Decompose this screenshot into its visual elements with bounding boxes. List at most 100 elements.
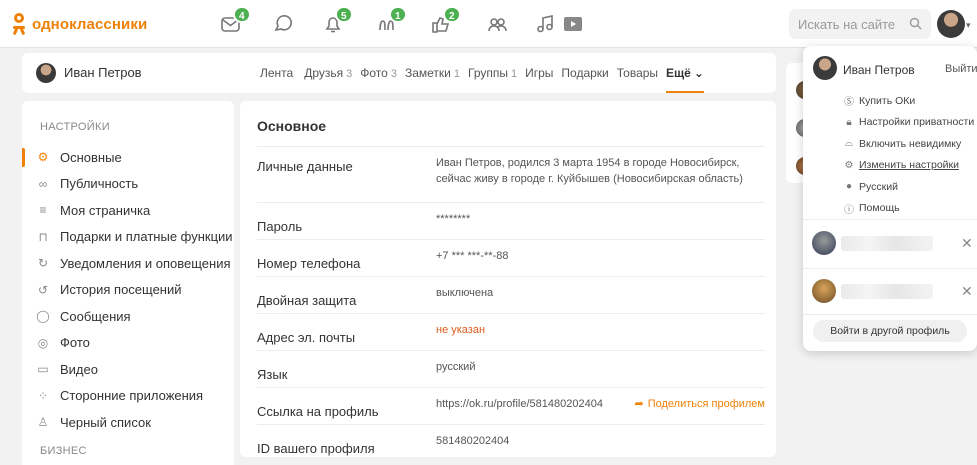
gear-icon: ⚙ (37, 150, 49, 165)
row-label: Адрес эл. почты (257, 330, 356, 345)
sidebar-item-blacklist[interactable]: ♙ Черный список (22, 409, 234, 436)
saved-account[interactable]: ✕ (803, 268, 977, 316)
avatar (812, 231, 836, 255)
settings-row-email[interactable]: Адрес эл. почты не указан (257, 313, 765, 350)
dropdown-user-name[interactable]: Иван Петров (843, 63, 915, 77)
sidebar-item-label: Основные (60, 149, 122, 165)
notifications-icon[interactable]: 5 (322, 6, 353, 35)
sidebar-item-video[interactable]: ▭ Видео (22, 356, 234, 383)
row-value: не указан (436, 324, 486, 336)
sidebar-item-label: Черный список (60, 414, 151, 430)
sidebar-item-label: Подарки и платные функции (60, 229, 233, 245)
friends-icon[interactable] (486, 13, 508, 35)
lock-icon: 🔒︎ (846, 116, 852, 128)
sidebar-item-label: Публичность (60, 176, 139, 192)
row-label: Язык (257, 367, 288, 382)
tab-notes[interactable]: Заметки 1 (405, 66, 460, 80)
tab-label: Ещё (666, 66, 691, 80)
messages-icon[interactable]: 4 (220, 6, 251, 35)
tab-groups[interactable]: Группы 1 (468, 66, 517, 80)
video-icon[interactable] (562, 13, 584, 35)
settings-row-language[interactable]: Язык русский (257, 350, 765, 387)
tab-count: 1 (510, 68, 518, 80)
row-value: Иван Петров, родился 3 марта 1954 в горо… (436, 157, 743, 185)
sidebar-item-label: Фото (60, 335, 90, 351)
row-value: русский (436, 361, 476, 373)
sidebar-item-publicity[interactable]: ∞ Публичность (22, 171, 234, 198)
close-icon[interactable]: ✕ (961, 283, 973, 300)
profile-strip: Иван Петров Лента Друзья 3 Фото 3 Заметки 1… (22, 53, 776, 93)
tab-label: Заметки (404, 66, 451, 80)
menu-item-help[interactable]: ⓘ Помощь (843, 198, 974, 220)
row-value: выключена (436, 287, 494, 299)
search-input[interactable] (798, 16, 904, 32)
profile-tabs: Лента Друзья 3 Фото 3 Заметки 1 Группы 1 Игр… (260, 53, 704, 93)
login-other-profile-button[interactable]: Войти в другой профиль (813, 320, 967, 342)
help-icon: ⓘ (844, 204, 854, 216)
tab-label: Товары (616, 66, 659, 80)
tab-gifts[interactable]: Подарки (561, 66, 608, 80)
events-icon[interactable]: 2 (430, 6, 461, 35)
share-profile-link[interactable]: ➦ Поделиться профилем (634, 397, 765, 411)
sidebar-item-main[interactable]: ⚙ Основные (22, 144, 234, 171)
invisible-icon: ⌓ (845, 138, 853, 150)
row-label: Пароль (257, 219, 303, 234)
settings-row-personal[interactable]: Личные данные Иван Петров, родился 3 мар… (257, 146, 765, 202)
share-icon: ➦ (634, 398, 644, 410)
menu-item-label: Изменить настройки (859, 159, 959, 172)
avatar[interactable] (36, 63, 56, 83)
settings-main-panel: Основное Личные данные Иван Петров, роди… (240, 101, 776, 457)
sidebar-item-messages[interactable]: ◯ Сообщения (22, 303, 234, 330)
search-icon[interactable] (909, 17, 922, 30)
settings-row-phone[interactable]: Номер телефона +7 *** ***-**-88 (257, 239, 765, 276)
block-user-icon: ♙ (37, 415, 49, 430)
chevron-down-icon[interactable]: ▾ (966, 20, 971, 31)
row-value: 581480202404 (436, 435, 510, 447)
menu-item-settings[interactable]: ⚙ Изменить настройки (843, 155, 974, 177)
tab-feed[interactable]: Лента (260, 66, 296, 80)
row-value: https://ok.ru/profile/581480202404 (436, 398, 603, 410)
sidebar-item-photo[interactable]: ◎ Фото (22, 330, 234, 357)
settings-row-id[interactable]: ID вашего профиля 581480202404 (257, 424, 765, 461)
menu-item-invisible[interactable]: ⌓ Включить невидимку (843, 133, 974, 155)
menu-item-label: Включить невидимку (859, 137, 962, 150)
settings-row-profile-link[interactable]: Ссылка на профиль https://ok.ru/profile/… (257, 387, 765, 424)
sidebar-item-notifications[interactable]: ↻ Уведомления и оповещения (22, 250, 234, 277)
messages-badge: 4 (233, 6, 251, 23)
discussions-icon[interactable] (272, 13, 294, 35)
sidebar-item-my-page[interactable]: ≡ Моя страничка (22, 197, 234, 224)
tab-friends[interactable]: Друзья 3 (304, 66, 352, 80)
gear-icon: ⚙ (844, 159, 854, 171)
menu-item-privacy[interactable]: 🔒︎ Настройки приватности (843, 112, 974, 134)
avatar[interactable] (813, 56, 837, 80)
menu-item-buy-ok[interactable]: Ⓢ Купить ОКи (843, 90, 974, 112)
settings-row-password[interactable]: Пароль ******** (257, 202, 765, 239)
sidebar-item-gifts[interactable]: ⊓ Подарки и платные функции (22, 224, 234, 251)
user-avatar-button[interactable] (937, 10, 965, 38)
tab-products[interactable]: Товары (617, 66, 658, 80)
menu-item-label: Помощь (859, 202, 900, 215)
sidebar-item-history[interactable]: ↺ История посещений (22, 277, 234, 304)
music-icon[interactable] (535, 13, 557, 35)
tab-label: Лента (260, 66, 294, 80)
close-icon[interactable]: ✕ (961, 235, 973, 252)
saved-account[interactable]: ✕ (803, 220, 977, 268)
menu-item-language[interactable]: ● Русский (843, 176, 974, 198)
page-title: Основное (257, 118, 327, 134)
logout-button[interactable]: Выйти (945, 63, 977, 75)
tab-label: Подарки (561, 66, 609, 80)
guests-icon[interactable]: 1 (376, 6, 407, 35)
menu-item-label: Настройки приватности (859, 116, 975, 129)
tab-count: 3 (390, 68, 397, 80)
blurred-account-name (841, 236, 933, 251)
tab-more[interactable]: Ещё ⌄ (666, 53, 704, 93)
top-bar: одноклассники 4 5 1 2 ▾ (0, 0, 977, 48)
events-badge: 2 (443, 6, 461, 23)
ok-logo-icon (12, 13, 26, 36)
tab-games[interactable]: Игры (525, 66, 553, 80)
settings-row-2fa[interactable]: Двойная защита выключена (257, 276, 765, 313)
sidebar-item-apps[interactable]: ⁘ Сторонние приложения (22, 383, 234, 410)
profile-name[interactable]: Иван Петров (64, 65, 142, 80)
tab-photos[interactable]: Фото 3 (360, 66, 397, 80)
ok-logo[interactable]: одноклассники (12, 13, 147, 36)
